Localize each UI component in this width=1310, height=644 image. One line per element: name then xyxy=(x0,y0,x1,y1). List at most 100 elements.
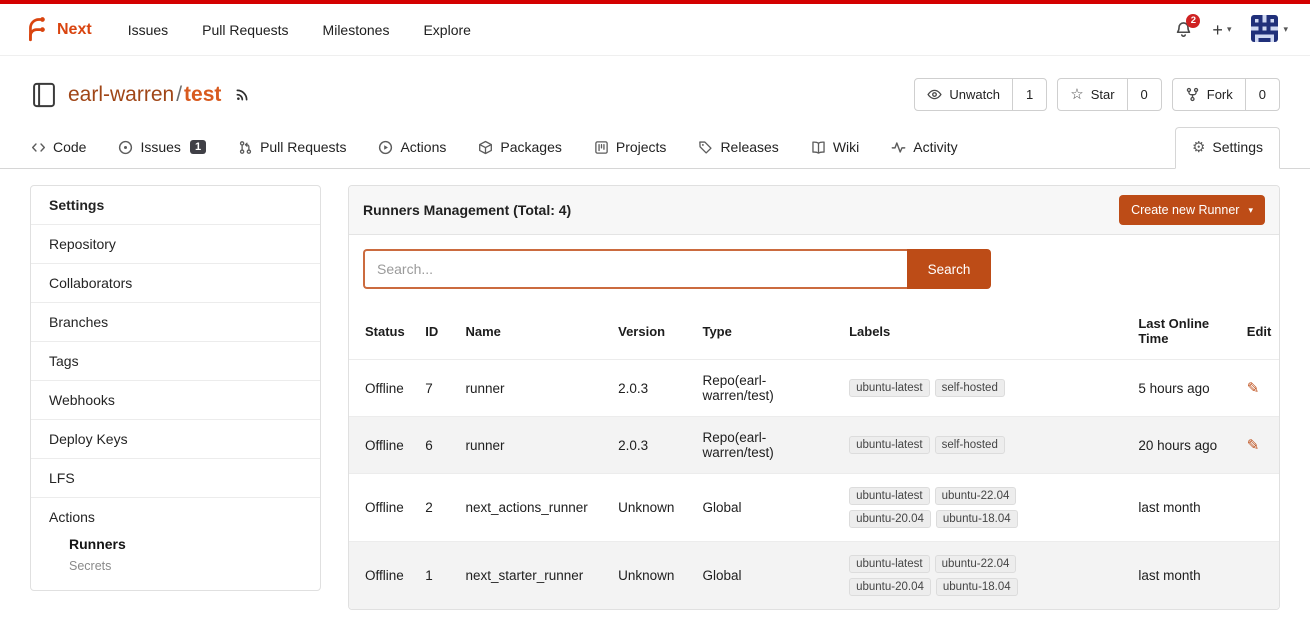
forgejo-flame-icon xyxy=(22,15,49,45)
forks-count[interactable]: 0 xyxy=(1246,79,1279,110)
runner-status: Offline xyxy=(349,542,415,610)
unwatch-button[interactable]: Unwatch xyxy=(915,79,1013,110)
repo-tabs: Code Issues 1 Pull Requests Actions xyxy=(0,127,1310,169)
search-button[interactable]: Search xyxy=(907,249,991,289)
instance-name: Next xyxy=(57,21,92,39)
runner-version: 2.0.3 xyxy=(608,417,692,474)
tab-label: Code xyxy=(53,139,86,155)
label-chip: ubuntu-20.04 xyxy=(849,510,931,528)
tab-packages[interactable]: Packages xyxy=(477,129,562,168)
runner-edit-cell: ✎ xyxy=(1237,417,1279,474)
label-chip: self-hosted xyxy=(935,436,1005,454)
fork-icon xyxy=(1185,87,1200,102)
repo-title: earl-warren/test xyxy=(30,81,250,109)
topbar-right: 2 + ▾ ▾ xyxy=(1175,15,1288,45)
chevron-down-icon: ▾ xyxy=(1283,24,1288,35)
nav-pull-requests[interactable]: Pull Requests xyxy=(202,22,288,38)
runner-labels: ubuntu-latest self-hosted xyxy=(839,360,1128,417)
runner-id: 6 xyxy=(415,417,455,474)
settings-content: Settings Repository Collaborators Branch… xyxy=(0,169,1310,610)
star-icon: ☆ xyxy=(1070,87,1083,102)
chevron-down-icon: ▾ xyxy=(1248,205,1253,216)
tab-pull-requests[interactable]: Pull Requests xyxy=(237,129,347,168)
label-chip: ubuntu-latest xyxy=(849,555,930,573)
nav-issues[interactable]: Issues xyxy=(128,22,168,38)
sidebar-item-tags[interactable]: Tags xyxy=(31,341,320,380)
nav-milestones[interactable]: Milestones xyxy=(323,22,390,38)
label-chip: ubuntu-latest xyxy=(849,436,930,454)
forgejo-logo[interactable]: Next xyxy=(22,15,92,45)
repo-owner-link[interactable]: earl-warren xyxy=(68,83,174,106)
tab-issues[interactable]: Issues 1 xyxy=(117,129,207,168)
sidebar-item-branches[interactable]: Branches xyxy=(31,302,320,341)
star-button[interactable]: ☆ Star xyxy=(1058,79,1127,110)
panel-title: Runners Management (Total: 4) xyxy=(363,202,571,218)
runners-table: Status ID Name Version Type Labels Last … xyxy=(349,303,1279,609)
table-header-row: Status ID Name Version Type Labels Last … xyxy=(349,303,1279,360)
star-button-group: ☆ Star 0 xyxy=(1057,78,1162,111)
avatar xyxy=(1251,15,1278,45)
runner-name: runner xyxy=(455,417,608,474)
tab-label: Issues xyxy=(140,139,180,155)
create-new-runner-button[interactable]: Create new Runner ▾ xyxy=(1119,195,1265,225)
notifications-button[interactable]: 2 xyxy=(1175,21,1192,38)
col-status: Status xyxy=(349,303,415,360)
tab-releases[interactable]: Releases xyxy=(697,129,779,168)
tab-settings[interactable]: ⚙ Settings xyxy=(1175,127,1280,169)
sidebar-item-webhooks[interactable]: Webhooks xyxy=(31,380,320,419)
fork-button[interactable]: Fork xyxy=(1173,79,1246,110)
book-icon xyxy=(811,140,826,155)
label-chip: self-hosted xyxy=(935,379,1005,397)
issues-count-badge: 1 xyxy=(190,140,206,154)
tab-activity[interactable]: Activity xyxy=(890,129,958,168)
pulse-icon xyxy=(891,140,906,155)
tab-label: Wiki xyxy=(833,139,859,155)
sidebar-subitem-secrets[interactable]: Secrets xyxy=(69,555,302,577)
sidebar-item-lfs[interactable]: LFS xyxy=(31,458,320,497)
star-label: Star xyxy=(1091,87,1115,102)
runner-name: next_actions_runner xyxy=(455,474,608,542)
code-icon xyxy=(31,140,46,155)
plus-icon: + xyxy=(1212,21,1223,39)
edit-pencil-icon[interactable]: ✎ xyxy=(1247,437,1260,454)
watchers-count[interactable]: 1 xyxy=(1013,79,1046,110)
notification-count-badge: 2 xyxy=(1186,14,1200,28)
user-menu[interactable]: ▾ xyxy=(1251,15,1288,45)
package-icon xyxy=(478,140,493,155)
runner-last-online: 20 hours ago xyxy=(1128,417,1236,474)
project-board-icon xyxy=(594,140,609,155)
stars-count[interactable]: 0 xyxy=(1128,79,1161,110)
create-new-menu[interactable]: + ▾ xyxy=(1212,21,1231,39)
runner-version: 2.0.3 xyxy=(608,360,692,417)
repo-actions: Unwatch 1 ☆ Star 0 Fork xyxy=(914,78,1280,111)
label-chip: ubuntu-18.04 xyxy=(936,578,1018,596)
runner-id: 2 xyxy=(415,474,455,542)
sidebar-subitem-runners[interactable]: Runners xyxy=(69,533,302,555)
nav-explore[interactable]: Explore xyxy=(423,22,470,38)
tab-label: Settings xyxy=(1212,139,1263,155)
fork-label: Fork xyxy=(1207,87,1233,102)
sidebar-item-collaborators[interactable]: Collaborators xyxy=(31,263,320,302)
runner-edit-cell xyxy=(1237,542,1279,610)
sidebar-item-deploy-keys[interactable]: Deploy Keys xyxy=(31,419,320,458)
sidebar-item-repository[interactable]: Repository xyxy=(31,224,320,263)
runner-labels: ubuntu-latest self-hosted xyxy=(839,417,1128,474)
edit-pencil-icon[interactable]: ✎ xyxy=(1247,380,1260,397)
runner-edit-cell xyxy=(1237,474,1279,542)
runners-panel: Runners Management (Total: 4) Create new… xyxy=(348,185,1280,610)
tab-code[interactable]: Code xyxy=(30,129,87,168)
col-labels: Labels xyxy=(839,303,1128,360)
sidebar-item-actions[interactable]: Actions Runners Secrets xyxy=(31,497,320,590)
tab-projects[interactable]: Projects xyxy=(593,129,668,168)
runner-version: Unknown xyxy=(608,474,692,542)
rss-feed-icon[interactable] xyxy=(235,87,250,102)
search-input[interactable] xyxy=(363,249,907,289)
runner-type: Global xyxy=(692,474,839,542)
runner-type: Global xyxy=(692,542,839,610)
repo-name-link[interactable]: test xyxy=(184,83,221,106)
tab-actions[interactable]: Actions xyxy=(377,129,447,168)
runner-row: Offline 6 runner 2.0.3 Repo(earl-warren/… xyxy=(349,417,1279,474)
pull-request-icon xyxy=(238,140,253,155)
tab-wiki[interactable]: Wiki xyxy=(810,129,860,168)
runner-last-online: 5 hours ago xyxy=(1128,360,1236,417)
